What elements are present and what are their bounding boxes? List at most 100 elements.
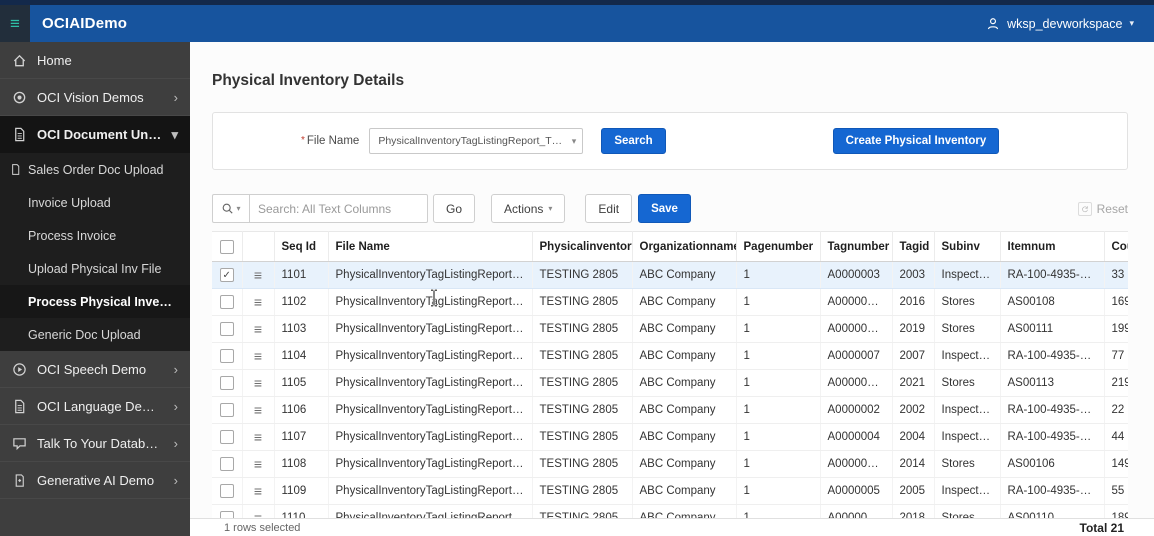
- row-menu-icon[interactable]: ≡: [242, 504, 275, 518]
- table-cell: 1: [736, 288, 821, 316]
- column-header-tagnumber[interactable]: Tagnumber: [820, 231, 893, 262]
- table-row[interactable]: ≡ 1109 PhysicalInventoryTagListingReport_T…: [212, 477, 1128, 505]
- row-checkbox[interactable]: [219, 349, 234, 363]
- column-header-tagid[interactable]: Tagid: [892, 231, 935, 262]
- table-cell: 2007: [892, 342, 935, 370]
- main-content: Physical Inventory Details * File Name Ph…: [190, 42, 1154, 536]
- sidebar-item-label: Generative AI Demo: [37, 472, 155, 488]
- row-checkbox-cell: [212, 396, 243, 424]
- genai-icon: [12, 473, 27, 488]
- table-cell: PhysicalInventoryTagListingReport_TEST_2: [328, 423, 533, 451]
- row-checkbox[interactable]: [219, 511, 234, 518]
- sidebar-item-oci-language-demos[interactable]: OCI Language Demos ›: [0, 388, 190, 425]
- table-cell: ABC Company: [632, 477, 737, 505]
- table-cell: 1: [736, 261, 821, 289]
- table-row[interactable]: ≡ 1110 PhysicalInventoryTagListingReport_T…: [212, 504, 1128, 518]
- column-header-file-name[interactable]: File Name: [328, 231, 533, 262]
- row-checkbox[interactable]: [219, 403, 234, 417]
- row-checkbox[interactable]: [219, 376, 234, 390]
- table-row[interactable]: ≡ 1103 PhysicalInventoryTagListingReport_T…: [212, 315, 1128, 343]
- sidebar-item-generic-doc-upload[interactable]: Generic Doc Upload: [0, 318, 190, 351]
- row-menu-icon[interactable]: ≡: [242, 342, 275, 370]
- column-header-physicalinventory[interactable]: Physicalinventory: [532, 231, 633, 262]
- chevron-right-icon: ›: [173, 361, 178, 377]
- save-button[interactable]: Save: [638, 194, 691, 223]
- workspace-menu[interactable]: wksp_devworkspace ▾: [986, 17, 1134, 31]
- row-menu-icon[interactable]: ≡: [242, 315, 275, 343]
- file-name-select-value: PhysicalInventoryTagListingReport_TEST_2: [378, 135, 568, 147]
- sidebar-item-oci-vision-demos[interactable]: OCI Vision Demos ›: [0, 79, 190, 116]
- column-header-count[interactable]: Count: [1104, 231, 1128, 262]
- sidebar-item-label: OCI Speech Demo: [37, 361, 147, 377]
- actions-button[interactable]: Actions ▾: [491, 194, 566, 223]
- row-menu-icon[interactable]: ≡: [242, 477, 275, 505]
- table-cell: 2014: [892, 450, 935, 478]
- row-checkbox[interactable]: [219, 268, 234, 282]
- search-column-select-button[interactable]: ▾: [212, 194, 250, 223]
- table-cell: A00000018: [820, 504, 893, 518]
- table-row[interactable]: ≡ 1105 PhysicalInventoryTagListingReport_T…: [212, 369, 1128, 397]
- reset-button[interactable]: Reset: [1077, 195, 1128, 222]
- sidebar-item-talk-to-your-database[interactable]: Talk To Your Database ›: [0, 425, 190, 462]
- row-menu-icon[interactable]: ≡: [242, 423, 275, 451]
- table-cell: PhysicalInventoryTagListingReport_TEST_2: [328, 342, 533, 370]
- row-menu-icon[interactable]: ≡: [242, 261, 275, 289]
- sidebar-item-sales-order-doc-upload[interactable]: Sales Order Doc Upload: [0, 153, 190, 186]
- sidebar-item-process-physical-inventory[interactable]: Process Physical Inventory: [0, 285, 190, 318]
- row-checkbox[interactable]: [219, 322, 234, 336]
- sidebar-item-invoice-upload[interactable]: Invoice Upload: [0, 186, 190, 219]
- sidebar-item-upload-physical-inv-file[interactable]: Upload Physical Inv File: [0, 252, 190, 285]
- table-cell: 1101: [274, 261, 329, 289]
- row-menu-icon[interactable]: ≡: [242, 450, 275, 478]
- column-header-pagenumber[interactable]: Pagenumber: [736, 231, 821, 262]
- sidebar-item-home[interactable]: Home: [0, 42, 190, 79]
- select-all-checkbox[interactable]: [219, 239, 234, 254]
- column-header-subinv[interactable]: Subinv: [934, 231, 1001, 262]
- file-name-select[interactable]: PhysicalInventoryTagListingReport_TEST_2…: [369, 128, 584, 154]
- sidebar-item-oci-speech-demo[interactable]: OCI Speech Demo ›: [0, 351, 190, 388]
- table-row[interactable]: ≡ 1106 PhysicalInventoryTagListingReport_T…: [212, 396, 1128, 424]
- table-row[interactable]: ≡ 1104 PhysicalInventoryTagListingReport_T…: [212, 342, 1128, 370]
- person-icon: [986, 17, 1000, 31]
- search-button[interactable]: Search: [601, 128, 666, 154]
- table-row[interactable]: ≡ 1108 PhysicalInventoryTagListingReport_T…: [212, 450, 1128, 478]
- table-cell: Stores: [934, 315, 1001, 343]
- row-checkbox-cell: [212, 477, 243, 505]
- edit-button[interactable]: Edit: [585, 194, 633, 223]
- row-checkbox[interactable]: [219, 484, 234, 498]
- table-cell: 2021: [892, 369, 935, 397]
- sidebar-item-label: Generic Doc Upload: [28, 327, 141, 342]
- table-cell: 33: [1104, 261, 1128, 289]
- table-cell: PhysicalInventoryTagListingReport_TEST_2: [328, 396, 533, 424]
- sidebar-item-oci-document-unders[interactable]: OCI Document Unders... ▾: [0, 116, 190, 153]
- row-checkbox[interactable]: [219, 457, 234, 471]
- row-checkbox[interactable]: [219, 430, 234, 444]
- row-menu-icon[interactable]: ≡: [242, 369, 275, 397]
- table-cell: 1103: [274, 315, 329, 343]
- table-cell: Inspection: [934, 423, 1001, 451]
- table-row[interactable]: ≡1101PhysicalInventoryTagListingReport_T…: [212, 261, 1128, 289]
- row-menu-icon[interactable]: ≡: [242, 288, 275, 316]
- search-input[interactable]: [250, 194, 428, 223]
- table-row[interactable]: ≡ 1107 PhysicalInventoryTagListingReport_T…: [212, 423, 1128, 451]
- create-physical-inventory-button[interactable]: Create Physical Inventory: [832, 128, 1000, 154]
- nav-toggle-button[interactable]: ≡: [0, 5, 30, 42]
- table-row[interactable]: ≡ 1102 PhysicalInventoryTagListingReport_T…: [212, 288, 1128, 316]
- row-menu-icon[interactable]: ≡: [242, 396, 275, 424]
- chevron-down-icon: ▾: [236, 204, 241, 213]
- row-checkbox[interactable]: [219, 295, 234, 309]
- file-select-region: * File Name PhysicalInventoryTagListingRe…: [212, 112, 1128, 170]
- sidebar-item-process-invoice[interactable]: Process Invoice: [0, 219, 190, 252]
- table-cell: AS00113: [1000, 369, 1105, 397]
- column-header-itemnum[interactable]: Itemnum: [1000, 231, 1105, 262]
- go-button[interactable]: Go: [433, 194, 476, 223]
- column-header-organizationname[interactable]: Organizationname: [632, 231, 737, 262]
- table-cell: RA-100-4935-LOT: [1000, 423, 1105, 451]
- table-body: ≡1101PhysicalInventoryTagListingReport_T…: [212, 261, 1128, 518]
- sidebar-item-generative-ai-demo[interactable]: Generative AI Demo ›: [0, 462, 190, 499]
- table-cell: 1105: [274, 369, 329, 397]
- column-header-seq-id[interactable]: Seq Id: [274, 231, 329, 262]
- table-cell: TESTING 2805: [532, 423, 633, 451]
- chevron-right-icon: ›: [173, 435, 178, 451]
- table-cell: 1109: [274, 477, 329, 505]
